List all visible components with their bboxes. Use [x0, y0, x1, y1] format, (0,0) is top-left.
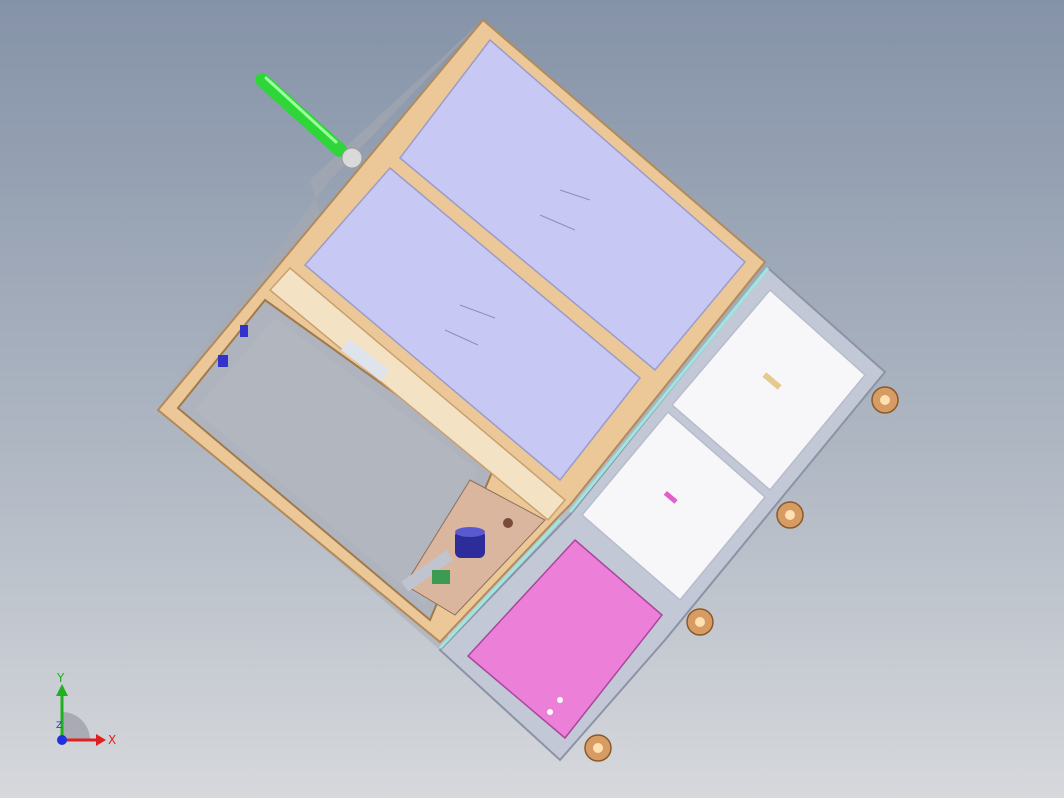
axis-z-dot	[57, 735, 67, 745]
drawer-knob[interactable]	[547, 709, 553, 715]
axis-triad-icon: Y X Z	[56, 671, 116, 747]
axis-y-arrowhead	[56, 684, 68, 696]
caster-wheel	[686, 608, 714, 636]
axis-z-label: Z	[56, 721, 62, 731]
caster-wheel	[871, 386, 899, 414]
axis-x-arrowhead	[96, 734, 106, 746]
drawer-knob[interactable]	[557, 697, 563, 703]
caster-wheel	[584, 734, 612, 762]
gear-block	[432, 570, 450, 584]
triad-orbit-arc	[62, 712, 90, 740]
handle-highlight	[264, 76, 338, 144]
mount-bolt	[503, 518, 513, 528]
axis-x-label: X	[108, 733, 116, 747]
handle-hub	[341, 147, 363, 169]
green-handle-bar[interactable]	[255, 73, 347, 157]
cad-assembly-model[interactable]	[0, 0, 1064, 798]
blue-clip	[218, 355, 228, 367]
cad-viewport[interactable]: Y X Z	[0, 0, 1064, 798]
caster-wheel	[776, 501, 804, 529]
blue-clip	[240, 325, 248, 337]
motor-cap	[455, 527, 485, 537]
axis-y-label: Y	[56, 671, 65, 685]
